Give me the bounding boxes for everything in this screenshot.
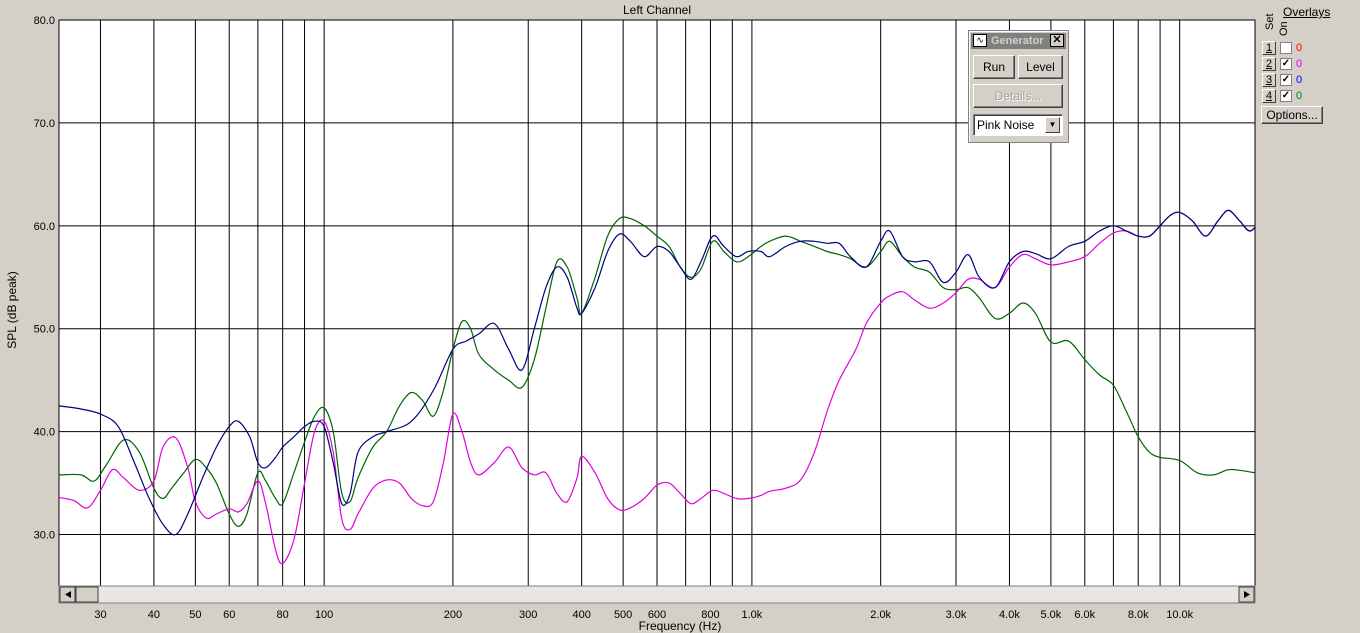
horizontal-scrollbar[interactable] [58, 585, 1256, 604]
x-tick-label: 500 [614, 609, 632, 621]
x-tick-label: 80 [277, 609, 289, 621]
overlay-row-3: 3 ✓ 0 [1262, 73, 1352, 88]
overlay-value-1: 0 [1296, 42, 1303, 54]
x-tick-label: 2.0k [870, 609, 891, 621]
waveform-icon: ∿ [973, 34, 987, 47]
overlay-set-button-4[interactable]: 4 [1262, 89, 1276, 103]
overlay-value-3: 0 [1296, 74, 1303, 86]
overlay-row-2: 2 ✓ 0 [1262, 57, 1352, 72]
x-tick-label: 400 [572, 609, 590, 621]
overlay-set-button-3[interactable]: 3 [1262, 73, 1276, 87]
close-icon[interactable]: ✕ [1050, 34, 1064, 47]
generator-titlebar[interactable]: ∿ Generator ✕ [971, 33, 1066, 49]
overlays-title[interactable]: Overlays [1283, 5, 1330, 19]
chart-title: Left Channel [623, 3, 691, 17]
x-tick-label: 1.0k [742, 609, 763, 621]
overlay-checkbox-4[interactable]: ✓ [1280, 90, 1292, 102]
y-tick-label: 60.0 [34, 221, 55, 233]
generator-title: Generator [991, 35, 1044, 47]
x-tick-label: 8.0k [1128, 609, 1149, 621]
options-button[interactable]: Options... [1261, 106, 1323, 124]
chevron-down-icon[interactable]: ▼ [1045, 117, 1060, 133]
y-axis-label: SPL (dB peak) [5, 271, 19, 349]
run-button[interactable]: Run [973, 55, 1015, 79]
on-header: On [1278, 21, 1290, 36]
y-tick-label: 40.0 [34, 427, 55, 439]
overlay-row-4: 4 ✓ 0 [1262, 89, 1352, 104]
details-button[interactable]: Details... [973, 84, 1063, 108]
scroll-thumb[interactable] [75, 586, 99, 603]
x-tick-label: 3.0k [946, 609, 967, 621]
x-tick-label: 5.0k [1041, 609, 1062, 621]
x-tick-label: 300 [519, 609, 537, 621]
overlay-value-4: 0 [1296, 90, 1303, 102]
x-tick-label: 6.0k [1074, 609, 1095, 621]
set-header: Set [1264, 13, 1276, 30]
x-tick-label: 50 [189, 609, 201, 621]
x-axis-label: Frequency (Hz) [639, 619, 722, 633]
level-button[interactable]: Level [1018, 55, 1063, 79]
x-tick-label: 40 [148, 609, 160, 621]
overlay-checkbox-1[interactable] [1280, 42, 1292, 54]
overlay-set-button-2[interactable]: 2 [1262, 57, 1276, 71]
frequency-response-chart: 30.0 40.0 50.0 60.0 70.0 80.0 30 40 50 60 80 100 200… [5, 3, 1256, 633]
y-tick-label: 70.0 [34, 118, 55, 130]
overlay-row-1: 10 [1262, 41, 1352, 56]
x-tick-label: 60 [223, 609, 235, 621]
signal-select-value: Pink Noise [977, 118, 1035, 132]
overlay-checkbox-2[interactable]: ✓ [1280, 58, 1292, 70]
signal-select[interactable]: Pink Noise ▼ [973, 114, 1063, 136]
overlay-checkbox-3[interactable]: ✓ [1280, 74, 1292, 86]
generator-panel: ∿ Generator ✕ Run Level Details... Pink … [968, 30, 1069, 143]
x-tick-label: 100 [315, 609, 333, 621]
y-tick-label: 80.0 [34, 15, 55, 27]
x-tick-label: 4.0k [999, 609, 1020, 621]
x-tick-label: 30 [94, 609, 106, 621]
overlay-value-2: 0 [1296, 58, 1303, 70]
y-tick-label: 30.0 [34, 530, 55, 542]
overlay-set-button-1[interactable]: 1 [1262, 41, 1276, 55]
x-tick-label: 200 [444, 609, 462, 621]
y-tick-label: 50.0 [34, 324, 55, 336]
x-tick-label: 10.0k [1166, 609, 1193, 621]
